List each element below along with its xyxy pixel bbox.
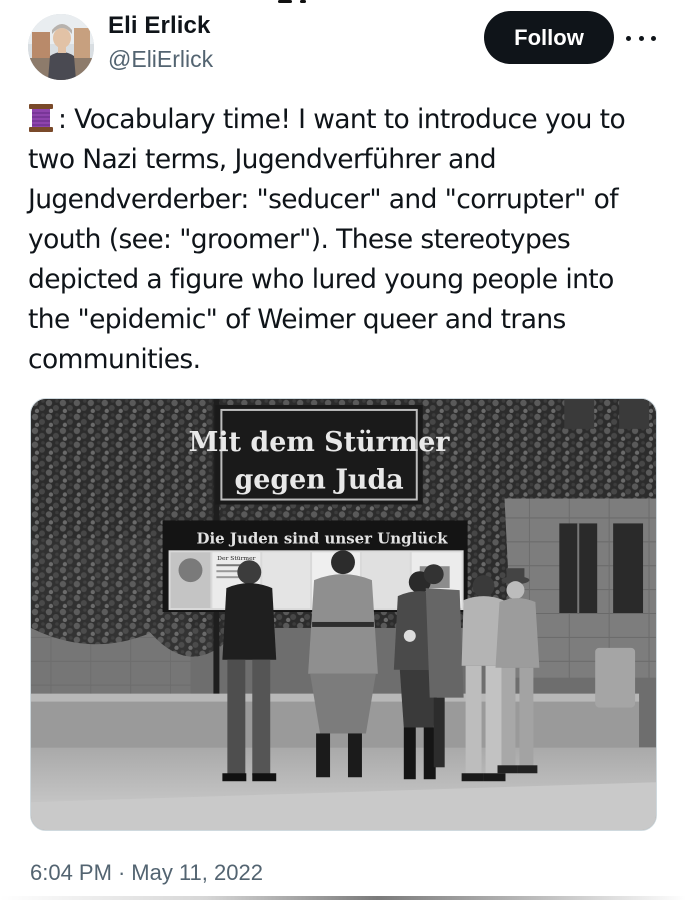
sign-line-1: Mit dem Stürmer bbox=[189, 427, 451, 458]
author-name[interactable]: Eli Erlick bbox=[108, 12, 210, 40]
follow-button[interactable]: Follow bbox=[484, 11, 614, 64]
more-dot bbox=[638, 35, 644, 41]
tweet-header: Eli Erlick @EliErlick Follow bbox=[0, 8, 686, 88]
board-header: Die Juden sind unser Unglück bbox=[197, 529, 449, 547]
bottom-edge-clip bbox=[0, 896, 686, 900]
spool-of-thread-icon bbox=[29, 104, 53, 132]
more-dot bbox=[651, 35, 656, 41]
tweet-date: May 11, 2022 bbox=[131, 860, 263, 885]
more-options-icon[interactable] bbox=[626, 26, 656, 50]
tweet-line-5: depicted a figure who lured young people… bbox=[28, 264, 614, 295]
tweet-line-6: the "epidemic" of Weimer queer and trans bbox=[28, 304, 566, 335]
tweet-text: : Vocabulary time! I want to introduce y… bbox=[28, 100, 658, 380]
tweet-line-text: : Vocabulary time! I want to introduce y… bbox=[58, 104, 626, 135]
historical-photo: Mit dem Stürmer gegen Juda Die Juden sin… bbox=[31, 399, 656, 830]
tweet-line-7: communities. bbox=[28, 344, 201, 375]
more-dot bbox=[626, 35, 631, 41]
tweet-photo[interactable]: Mit dem Stürmer gegen Juda Die Juden sin… bbox=[30, 398, 657, 831]
tweet-line-4: youth (see: "groomer"). These stereotype… bbox=[28, 224, 571, 255]
tweet-time: 6:04 PM bbox=[30, 860, 112, 885]
author-handle[interactable]: @EliErlick bbox=[108, 46, 213, 73]
tweet-line-2: two Nazi terms, Jugendverführer and bbox=[28, 144, 497, 175]
timestamp-separator: · bbox=[117, 860, 126, 885]
tweet-line-3: Jugendverderber: "seducer" and "corrupte… bbox=[28, 184, 619, 215]
tweet-timestamp[interactable]: 6:04 PM · May 11, 2022 bbox=[30, 860, 263, 886]
top-edge-clip bbox=[0, 0, 686, 6]
sign-line-2: gegen Juda bbox=[234, 465, 403, 496]
tweet-line-1: : Vocabulary time! I want to introduce y… bbox=[28, 100, 658, 140]
avatar-image bbox=[28, 14, 94, 80]
avatar[interactable] bbox=[28, 14, 94, 80]
